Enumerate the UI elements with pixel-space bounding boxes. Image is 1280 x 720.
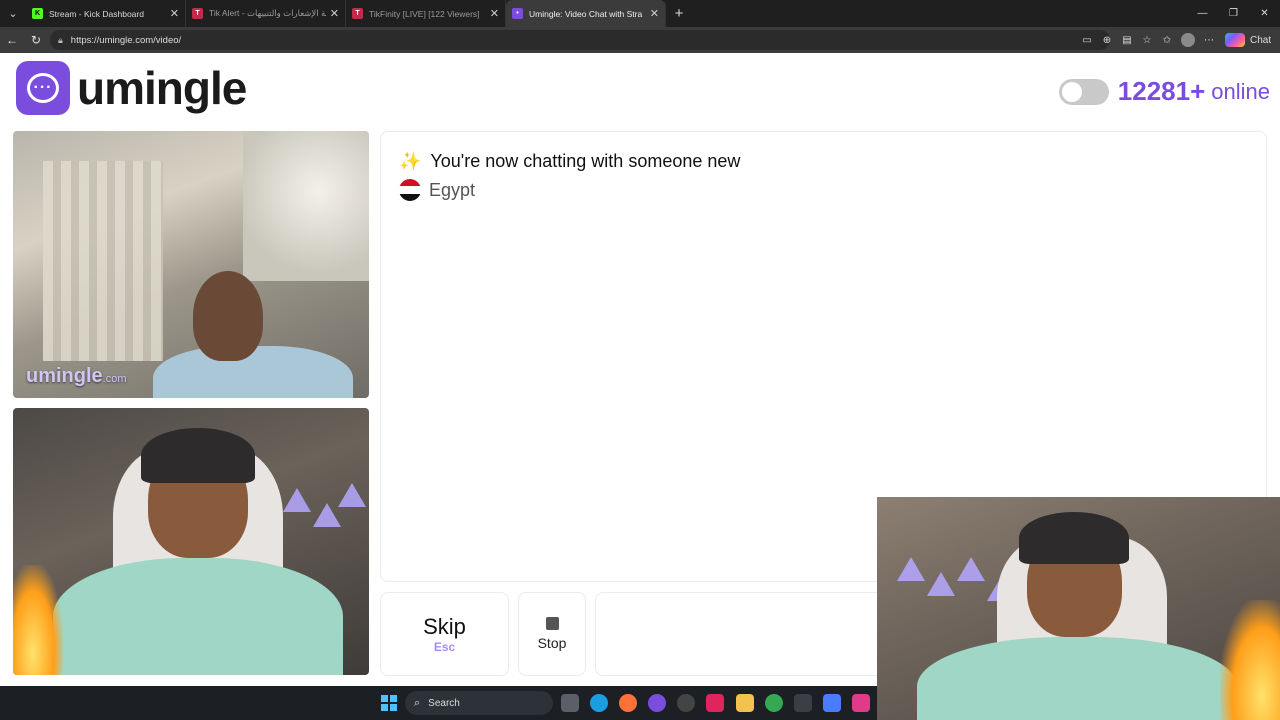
online-label: online <box>1211 78 1270 104</box>
windows-start-icon[interactable] <box>381 695 397 711</box>
tab-title: Stream - Kick Dashboard <box>49 8 144 19</box>
stop-icon <box>545 617 559 630</box>
copilot-app-icon[interactable] <box>823 694 841 712</box>
tikfinity-icon: T <box>352 8 363 19</box>
chat-label: Chat <box>1250 34 1272 46</box>
video-watermark: umingle.com <box>26 365 127 387</box>
task-view-icon[interactable] <box>561 694 579 712</box>
skip-shortcut: Esc <box>433 640 456 654</box>
url-text: https://umingle.com/video/ <box>70 34 182 46</box>
favorites-icon[interactable]: ✩ <box>1157 35 1177 46</box>
camera-icon[interactable]: ▭ <box>1077 35 1097 46</box>
chat-bubble-icon: ··· <box>16 61 70 115</box>
new-tab-button[interactable]: + <box>666 5 692 22</box>
egypt-flag-icon <box>399 179 421 201</box>
file-explorer-icon[interactable] <box>736 694 754 712</box>
self-video <box>13 408 369 675</box>
tab-tik-alert[interactable]: T Tik Alert - خدمة الإشعارات والتنبيهات … <box>186 0 346 27</box>
kick-icon: K <box>32 8 43 19</box>
firefox-icon[interactable] <box>619 694 637 712</box>
theme-toggle[interactable] <box>1058 78 1109 105</box>
zoom-icon[interactable]: ⊕ <box>1097 35 1117 46</box>
obs-icon[interactable] <box>648 694 666 712</box>
country-line: Egypt <box>399 179 475 201</box>
search-placeholder: Search <box>428 697 460 709</box>
more-icon[interactable]: ⋯ <box>1199 35 1219 46</box>
browser-tab-bar: ⌄ K Stream - Kick Dashboard ✕ T Tik Aler… <box>0 0 1280 27</box>
stranger-video: umingle.com <box>13 131 369 398</box>
favorite-star-icon[interactable]: ☆ <box>1137 35 1157 46</box>
profile-avatar[interactable] <box>1181 33 1195 47</box>
webcam-overlay <box>877 497 1280 720</box>
brand-name: umingle <box>77 62 247 114</box>
minimize-icon[interactable]: — <box>1187 0 1218 27</box>
umingle-icon: • <box>512 8 523 19</box>
copilot-icon <box>1225 33 1245 47</box>
reader-icon[interactable]: ▤ <box>1117 35 1137 46</box>
tab-title: Umingle: Video Chat with Stra <box>529 8 643 19</box>
taskbar-search[interactable]: ⌕ Search <box>405 691 553 715</box>
country-name: Egypt <box>429 179 476 200</box>
system-message-text: You're now chatting with someone new <box>430 151 741 171</box>
tab-title: Tik Alert - خدمة الإشعارات والتنبيهات <box>209 8 326 18</box>
copilot-chat-button[interactable]: Chat <box>1219 33 1280 47</box>
close-tab-icon[interactable]: ✕ <box>170 7 179 20</box>
back-icon[interactable]: ← <box>0 27 24 53</box>
site-info-icon[interactable]: 🔒︎ <box>58 35 63 46</box>
tiktok-icon[interactable] <box>706 694 724 712</box>
close-tab-icon[interactable]: ✕ <box>330 7 339 20</box>
address-bar-row: ← ↻ 🔒︎ https://umingle.com/video/ ▭ ⊕ ▤ … <box>0 27 1280 53</box>
tab-actions-menu[interactable]: ⌄ <box>0 0 26 27</box>
tab-umingle[interactable]: • Umingle: Video Chat with Stra ✕ <box>506 0 666 27</box>
close-tab-icon[interactable]: ✕ <box>490 7 499 20</box>
online-indicator: 12281+ online <box>1058 76 1270 107</box>
stop-label: Stop <box>537 635 567 651</box>
openai-icon[interactable] <box>677 694 695 712</box>
site-logo[interactable]: ··· umingle <box>16 61 247 115</box>
stop-button[interactable]: Stop <box>518 592 586 676</box>
skip-button[interactable]: Skip Esc <box>380 592 509 676</box>
online-count: 12281+ <box>1117 76 1206 106</box>
tikalert-icon: T <box>192 8 203 19</box>
tab-tikfinity[interactable]: T TikFinity [LIVE] [122 Viewers] ✕ <box>346 0 506 27</box>
windows-taskbar: ⌕ Search <box>0 686 877 720</box>
camera-app-icon[interactable] <box>852 694 870 712</box>
close-tab-icon[interactable]: ✕ <box>650 7 659 20</box>
store-icon[interactable] <box>794 694 812 712</box>
url-field[interactable]: 🔒︎ https://umingle.com/video/ <box>50 30 1110 50</box>
chrome-icon[interactable] <box>765 694 783 712</box>
tab-kick-dashboard[interactable]: K Stream - Kick Dashboard ✕ <box>26 0 186 27</box>
sparkle-icon: ✨ <box>399 151 422 171</box>
skip-label: Skip <box>423 614 466 639</box>
restore-icon[interactable]: ❐ <box>1218 0 1249 27</box>
tab-title: TikFinity [LIVE] [122 Viewers] <box>369 8 480 19</box>
edge-icon[interactable] <box>590 694 608 712</box>
refresh-icon[interactable]: ↻ <box>24 27 48 53</box>
system-message: ✨ You're now chatting with someone new <box>399 151 740 172</box>
search-icon: ⌕ <box>414 696 421 709</box>
close-window-icon[interactable]: ✕ <box>1249 0 1280 27</box>
